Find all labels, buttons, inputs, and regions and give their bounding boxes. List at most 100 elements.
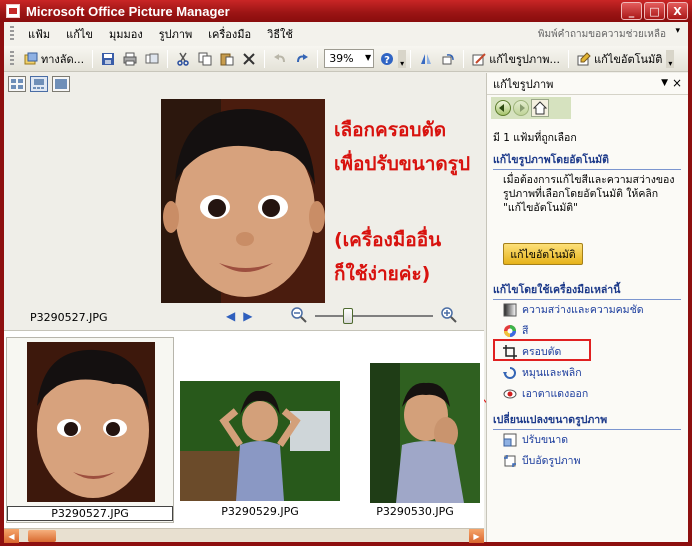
- zoom-select[interactable]: 39% ▼: [324, 49, 375, 68]
- maximize-button[interactable]: □: [644, 2, 665, 20]
- view-toolbar: [4, 73, 484, 95]
- rotate-button[interactable]: [438, 49, 458, 69]
- menu-edit[interactable]: แก้ไข: [58, 23, 101, 45]
- scroll-left-icon[interactable]: ◀: [4, 529, 19, 543]
- thumbnail-grid-icon: [11, 79, 23, 89]
- zoom-in-icon[interactable]: [441, 307, 457, 323]
- forward-arrow-icon[interactable]: [513, 100, 529, 116]
- shortcuts-button[interactable]: ทางลัด...: [21, 49, 87, 69]
- auto-correct-task-button[interactable]: แก้ไขอัตโนมัติ: [503, 243, 583, 265]
- paste-button[interactable]: [217, 49, 237, 69]
- task-pane-menu-icon[interactable]: ▼: [661, 78, 668, 88]
- menu-picture[interactable]: รูปภาพ: [151, 23, 201, 45]
- scroll-right-icon[interactable]: ▶: [469, 529, 484, 543]
- flip-button[interactable]: [416, 49, 436, 69]
- cut-button[interactable]: [173, 49, 193, 69]
- standard-toolbar: ทางลัด... 39% ▼ ? ▾ แก้ไขรูปภาพ... แก้ไข…: [4, 46, 688, 72]
- edit-pictures-button[interactable]: แก้ไขรูปภาพ...: [469, 49, 563, 69]
- thumbnail-view-button[interactable]: [8, 76, 26, 92]
- preview-filename: P3290527.JPG: [30, 311, 108, 324]
- minimize-button[interactable]: _: [621, 2, 642, 20]
- main-preview-photo[interactable]: [161, 99, 325, 303]
- back-arrow-icon[interactable]: [495, 100, 511, 116]
- thumbnail-filename: P3290530.JPG: [376, 505, 454, 518]
- edit-pictures-task-pane: แก้ไขรูปภาพ ▼ × มี 1 แฟ้มที่ถูกเลือก แก้…: [486, 73, 688, 542]
- red-eye-link[interactable]: เอาตาแดงออก: [503, 385, 588, 402]
- mail-button[interactable]: [142, 49, 162, 69]
- toolbar-options-chevron-2[interactable]: ▾: [666, 49, 675, 68]
- resize-label: ปรับขนาด: [522, 434, 569, 446]
- scrollbar-thumb[interactable]: [28, 530, 56, 542]
- crop-highlight-box: [493, 339, 591, 361]
- selected-count: มี 1 แฟ้มที่ถูกเลือก: [493, 132, 577, 144]
- rotate-flip-icon: [503, 366, 516, 379]
- edit-pictures-label: แก้ไขรูปภาพ...: [489, 52, 561, 66]
- redo-button[interactable]: [292, 49, 312, 69]
- horizontal-scrollbar[interactable]: ◀ ▶: [4, 528, 484, 543]
- toolbar-separator: [568, 49, 570, 68]
- brightness-contrast-icon: [503, 303, 517, 316]
- menu-bar: แฟ้ม แก้ไข มุมมอง รูปภาพ เครื่องมือ วิธี…: [4, 22, 688, 46]
- flip-icon: [421, 53, 432, 64]
- menu-file[interactable]: แฟ้ม: [20, 23, 58, 45]
- menu-help[interactable]: วิธีใช้: [259, 23, 301, 45]
- task-pane-header: แก้ไขรูปภาพ ▼ ×: [487, 73, 688, 95]
- thumbnail-item[interactable]: P3290529.JPG: [178, 337, 342, 523]
- rotate-flip-label: หมุนและพลิก: [522, 367, 582, 379]
- menu-tools[interactable]: เครื่องมือ: [200, 23, 259, 45]
- save-button[interactable]: [98, 49, 118, 69]
- print-button[interactable]: [120, 49, 140, 69]
- paste-icon: [220, 53, 234, 65]
- undo-button[interactable]: [270, 49, 290, 69]
- delete-button[interactable]: [239, 49, 259, 69]
- menu-grip[interactable]: [10, 26, 14, 42]
- filmstrip-view-button[interactable]: [30, 76, 48, 92]
- task-pane-title: แก้ไขรูปภาพ: [493, 77, 554, 91]
- chevron-down-icon: ▼: [365, 53, 372, 62]
- auto-correct-button[interactable]: แก้ไขอัตโนมัติ: [574, 49, 665, 69]
- edit-picture-icon: [472, 52, 486, 65]
- undo-icon: [274, 53, 286, 62]
- menu-view[interactable]: มุมมอง: [101, 23, 151, 45]
- previous-picture-icon[interactable]: ◀: [226, 309, 235, 323]
- task-pane-close-icon[interactable]: ×: [672, 76, 682, 90]
- zoom-slider-track[interactable]: [315, 315, 433, 317]
- home-icon[interactable]: [531, 99, 549, 117]
- resize-icon: [503, 433, 517, 446]
- copy-button[interactable]: [195, 49, 215, 69]
- thumbnail-item[interactable]: P3290527.JPG: [6, 337, 174, 523]
- color-link[interactable]: สี: [503, 322, 528, 339]
- zoom-out-icon[interactable]: [291, 307, 307, 323]
- compress-pictures-link[interactable]: บีบอัดรูปภาพ: [503, 452, 581, 469]
- annotation-line-2: เพื่อปรับขนาดรูป: [334, 153, 471, 175]
- window-title: Microsoft Office Picture Manager: [26, 3, 230, 19]
- help-button[interactable]: ?: [377, 49, 397, 69]
- annotation-line-3: (เครื่องมืออื่น: [334, 229, 442, 251]
- zoom-slider-thumb[interactable]: [343, 308, 354, 324]
- compress-icon: [504, 454, 516, 467]
- help-search-box[interactable]: พิมพ์คำถามขอความช่วยเหลือ: [538, 27, 666, 42]
- mail-icon: [145, 53, 159, 63]
- annotation-line-4: ก็ใช้ง่ายค่ะ): [334, 263, 431, 285]
- resize-link[interactable]: ปรับขนาด: [503, 431, 568, 448]
- svg-text:?: ?: [384, 55, 390, 66]
- color-wheel-icon: [504, 324, 516, 337]
- auto-correct-section-heading: แก้ไขรูปภาพโดยอัตโนมัติ: [493, 151, 681, 170]
- app-frame: แฟ้ม แก้ไข มุมมอง รูปภาพ เครื่องมือ วิธี…: [4, 22, 688, 543]
- thumbnail-filename: P3290527.JPG: [7, 506, 173, 521]
- rotate-flip-link[interactable]: หมุนและพลิก: [503, 364, 582, 381]
- close-button[interactable]: X: [667, 2, 688, 20]
- single-picture-view-button[interactable]: [52, 76, 70, 92]
- color-label: สี: [522, 325, 529, 337]
- toolbar-separator: [167, 49, 169, 68]
- thumbnail-item[interactable]: P3290530.JPG: [350, 337, 480, 523]
- next-picture-icon[interactable]: ▶: [243, 309, 252, 323]
- help-dropdown-icon[interactable]: ▾: [675, 26, 680, 36]
- toolbar-options-chevron[interactable]: ▾: [398, 49, 407, 68]
- title-bar: Microsoft Office Picture Manager _ □ X: [0, 0, 692, 22]
- brightness-contrast-link[interactable]: ความสว่างและความคมชัด: [503, 301, 644, 318]
- red-eye-label: เอาตาแดงออก: [522, 388, 589, 400]
- toolbar-grip[interactable]: [10, 50, 14, 67]
- delete-x-icon: [243, 52, 255, 65]
- annotation-line-1: เลือกครอบตัด: [334, 119, 447, 141]
